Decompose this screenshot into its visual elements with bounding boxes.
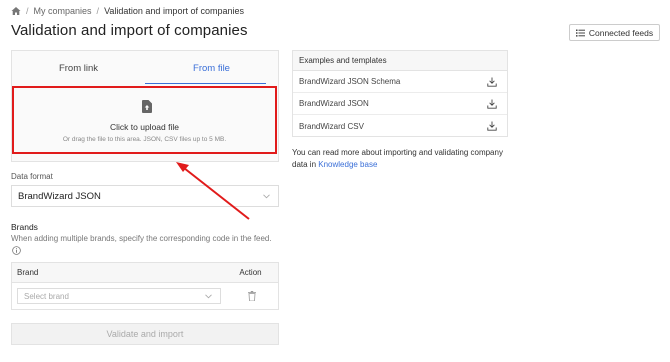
breadcrumb-separator: /	[26, 6, 29, 16]
brands-title: Brands	[11, 222, 38, 232]
download-icon[interactable]	[487, 77, 497, 87]
example-item[interactable]: BrandWizard JSON Schema	[293, 71, 507, 93]
brands-description: When adding multiple brands, specify the…	[11, 234, 272, 243]
examples-panel: Examples and templates BrandWizard JSON …	[292, 50, 508, 137]
upload-title: Click to upload file	[110, 122, 179, 132]
example-label: BrandWizard CSV	[299, 121, 364, 131]
examples-title: Examples and templates	[293, 51, 507, 71]
knowledge-base-link[interactable]: Knowledge base	[318, 160, 377, 169]
breadcrumb-my-companies[interactable]: My companies	[34, 6, 92, 16]
example-label: BrandWizard JSON Schema	[299, 77, 401, 86]
column-action: Action	[239, 268, 262, 277]
data-format-label: Data format	[11, 172, 53, 181]
brand-select-placeholder: Select brand	[24, 291, 69, 301]
page-title: Validation and import of companies	[11, 22, 248, 39]
validate-and-import-button[interactable]: Validate and import	[11, 323, 279, 345]
file-upload-dropzone[interactable]: Click to upload file Or drag the file to…	[12, 86, 277, 154]
info-icon[interactable]	[12, 246, 21, 255]
file-upload-icon	[142, 100, 152, 113]
delete-brand-icon[interactable]	[248, 291, 256, 301]
download-icon[interactable]	[487, 121, 497, 131]
chevron-down-icon	[205, 294, 212, 299]
connected-feeds-label: Connected feeds	[588, 27, 654, 38]
list-icon	[575, 29, 585, 37]
data-format-select[interactable]: BrandWizard JSON	[11, 185, 279, 207]
brands-table-header: Brand Action	[12, 263, 278, 283]
knowledge-base-note: You can read more about importing and va…	[292, 147, 517, 170]
brand-select[interactable]: Select brand	[17, 288, 221, 304]
home-icon[interactable]	[11, 6, 21, 16]
tab-from-link[interactable]: From link	[12, 51, 145, 85]
upload-hint: Or drag the file to this area. JSON, CSV…	[62, 136, 227, 143]
data-format-value: BrandWizard JSON	[18, 190, 101, 202]
column-brand: Brand	[17, 268, 39, 277]
tab-from-file[interactable]: From file	[145, 51, 278, 85]
breadcrumb-current: Validation and import of companies	[104, 6, 244, 16]
chevron-down-icon	[263, 194, 270, 199]
example-item[interactable]: BrandWizard CSV	[293, 115, 507, 137]
example-item[interactable]: BrandWizard JSON	[293, 93, 507, 115]
connected-feeds-button[interactable]: Connected feeds	[569, 24, 660, 41]
breadcrumb: / My companies / Validation and import o…	[11, 6, 244, 16]
import-tabs: From link From file	[12, 51, 278, 85]
example-label: BrandWizard JSON	[299, 99, 369, 108]
download-icon[interactable]	[487, 99, 497, 109]
breadcrumb-separator: /	[96, 6, 100, 16]
brands-table: Brand Action Select brand	[11, 262, 279, 310]
